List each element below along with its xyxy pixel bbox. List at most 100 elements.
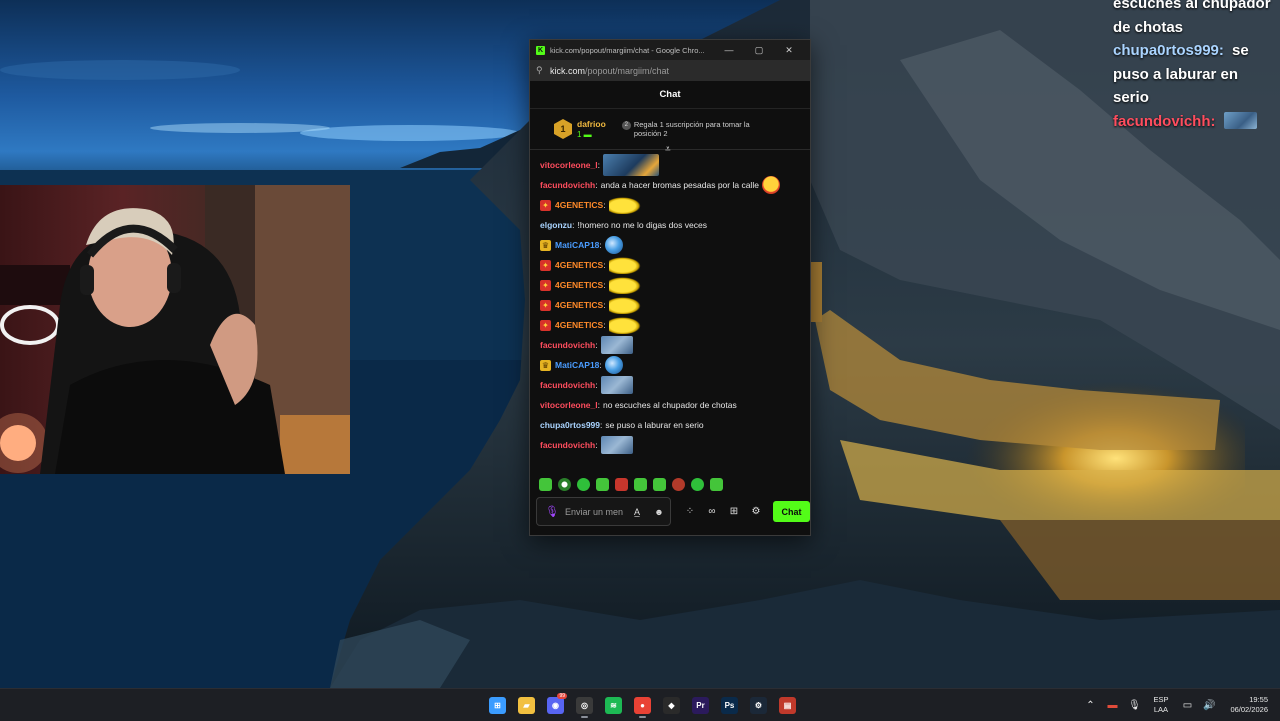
chat-username[interactable]: facundovichh — [540, 180, 595, 190]
chat-username[interactable]: MatiCAP18 — [555, 240, 599, 250]
chat-message-text: !homero no me lo digas dos veces — [577, 220, 707, 230]
separator: : — [599, 240, 602, 250]
chat-message-text: anda a hacer bromas pesadas por la calle — [600, 180, 759, 190]
stream-overlay-chat: escuches al chupador de chotas chupa0rto… — [1113, 0, 1278, 133]
quick-emote[interactable] — [672, 477, 685, 491]
chat-username[interactable]: facundovichh — [540, 440, 595, 450]
taskbar-obs[interactable]: ◎ — [570, 693, 599, 718]
chat-username[interactable]: MatiCAP18 — [555, 360, 599, 370]
leader-entry[interactable]: dafrioo 1 ▬ — [577, 119, 606, 139]
notification-badge: 99 — [557, 693, 567, 699]
taskbar-voicemeeter[interactable]: ▤ — [773, 693, 802, 717]
separator: : — [597, 400, 601, 410]
quick-emote[interactable] — [558, 477, 571, 491]
address-bar[interactable]: ⚲ kick.com/popout/margiim/chat — [530, 60, 810, 81]
taskbar-discord[interactable]: ◉ 99 — [541, 693, 570, 717]
taskbar-chrome[interactable]: ● — [628, 693, 657, 718]
taskbar-photoshop[interactable]: Ps — [715, 693, 744, 717]
quick-emote[interactable] — [577, 477, 590, 491]
minimize-button[interactable]: — — [714, 45, 744, 55]
message-input[interactable] — [565, 499, 623, 524]
translate-icon[interactable]: A̲ — [629, 507, 645, 517]
chat-message: facundovichh: — [540, 375, 810, 395]
volume-icon[interactable]: 🔊 — [1198, 700, 1220, 711]
message-input-box[interactable]: 🎙 A̲ ☻ — [536, 497, 671, 526]
chat-username[interactable]: chupa0rtos999 — [540, 420, 600, 430]
chat-username[interactable]: 4GENETICS — [555, 280, 603, 290]
quick-emote[interactable] — [710, 477, 723, 491]
chat-send-button[interactable]: Chat — [773, 501, 810, 522]
chat-username[interactable]: facundovichh — [540, 340, 595, 350]
network-icon[interactable]: ▭ — [1176, 700, 1198, 711]
taskbar-epic-games[interactable]: ◆ — [657, 693, 686, 717]
chat-username[interactable]: facundovichh — [540, 380, 595, 390]
quick-emote[interactable] — [653, 477, 666, 491]
taskbar-steam[interactable]: ⚙ — [744, 693, 773, 717]
clock-time: 19:55 — [1249, 695, 1268, 704]
chat-message: ♛ MatiCAP18: — [540, 235, 810, 255]
chat-username[interactable]: 4GENETICS — [555, 260, 603, 270]
kick-logo-icon: K — [536, 45, 545, 55]
separator: : — [572, 220, 575, 230]
epic-games-icon: ◆ — [663, 696, 680, 714]
emote-laugh — [761, 176, 780, 194]
tray-app-icon[interactable]: ▬ — [1101, 700, 1123, 711]
separator: : — [595, 440, 598, 450]
tray-chevron-icon[interactable]: ⌃ — [1079, 700, 1101, 711]
chat-username[interactable]: vitocorleone_l — [540, 400, 598, 410]
microphone-tray-icon[interactable]: 🎙 — [1123, 700, 1145, 711]
quick-emote[interactable] — [634, 477, 647, 491]
chat-username[interactable]: 4GENETICS — [555, 200, 603, 210]
crown-badge-icon: ♛ — [540, 359, 551, 371]
chat-username[interactable]: 4GENETICS — [555, 320, 603, 330]
separator: : — [603, 260, 606, 270]
overlay-line: escuches al chupador de chotas — [1113, 0, 1278, 39]
taskbar-spotify[interactable]: ≋ — [599, 693, 628, 717]
emote-wide — [603, 154, 660, 176]
infinity-icon[interactable]: ∞ — [701, 506, 723, 517]
chat-message: ♛ MatiCAP18: — [540, 355, 810, 375]
site-settings-icon[interactable]: ⚲ — [536, 65, 550, 76]
emote-globe — [604, 356, 623, 374]
clock[interactable]: 19:55 06/02/2026 — [1230, 695, 1268, 715]
pinned-toggle-icon[interactable]: ⩡ — [665, 145, 671, 155]
chat-message: elgonzu: !homero no me lo digas dos veces — [540, 215, 810, 235]
chat-message: ✦ 4GENETICS: — [540, 275, 810, 295]
chat-message-text: no escuches al chupador de chotas — [603, 400, 737, 410]
points-icon[interactable]: ⁘ — [679, 506, 701, 517]
close-button[interactable]: ✕ — [774, 45, 804, 56]
emote-face — [600, 376, 633, 394]
next-position-prompt[interactable]: 2 Regala 1 suscripción para tomar la pos… — [621, 120, 772, 138]
chat-message: chupa0rtos999: se puso a laburar en serio — [540, 415, 810, 435]
window-titlebar[interactable]: K kick.com/popout/margiim/chat - Google … — [530, 40, 810, 60]
fire-badge-icon: ✦ — [540, 319, 551, 331]
overlay-line: facundovichh: — [1113, 110, 1278, 134]
chrome-icon: ● — [634, 696, 651, 714]
chat-message: facundovichh: — [540, 335, 810, 355]
microphone-icon[interactable]: 🎙 — [545, 505, 559, 518]
separator: : — [600, 420, 603, 430]
quick-emote[interactable] — [615, 477, 628, 491]
quick-emote[interactable] — [596, 477, 609, 491]
gift-icon[interactable]: ⊞ — [723, 506, 745, 517]
quick-emote[interactable] — [691, 477, 704, 491]
chat-username[interactable]: vitocorleone_l — [540, 160, 598, 170]
crown-badge-icon: ♛ — [540, 239, 551, 251]
obs-icon: ◎ — [576, 696, 593, 714]
chat-message-text: se puso a laburar en serio — [605, 420, 704, 430]
taskbar-windows-start[interactable]: ⊞ — [483, 693, 512, 717]
settings-gear-icon[interactable]: ⚙ — [745, 506, 767, 517]
chat-username[interactable]: 4GENETICS — [555, 300, 603, 310]
input-language[interactable]: ESP LAA — [1153, 695, 1168, 715]
emoji-icon[interactable]: ☻ — [651, 507, 667, 517]
emote-face — [600, 336, 633, 354]
chat-username[interactable]: elgonzu — [540, 220, 572, 230]
maximize-button[interactable]: ▢ — [744, 45, 774, 56]
emote-pika — [608, 296, 643, 314]
separator: : — [599, 360, 602, 370]
taskbar-file-explorer[interactable]: ▰ — [512, 693, 541, 717]
taskbar-premiere-pro[interactable]: Pr — [686, 693, 715, 717]
quick-emote[interactable] — [539, 477, 552, 491]
chat-message: ✦ 4GENETICS: — [540, 295, 810, 315]
leader-count: 1 ▬ — [577, 130, 592, 139]
